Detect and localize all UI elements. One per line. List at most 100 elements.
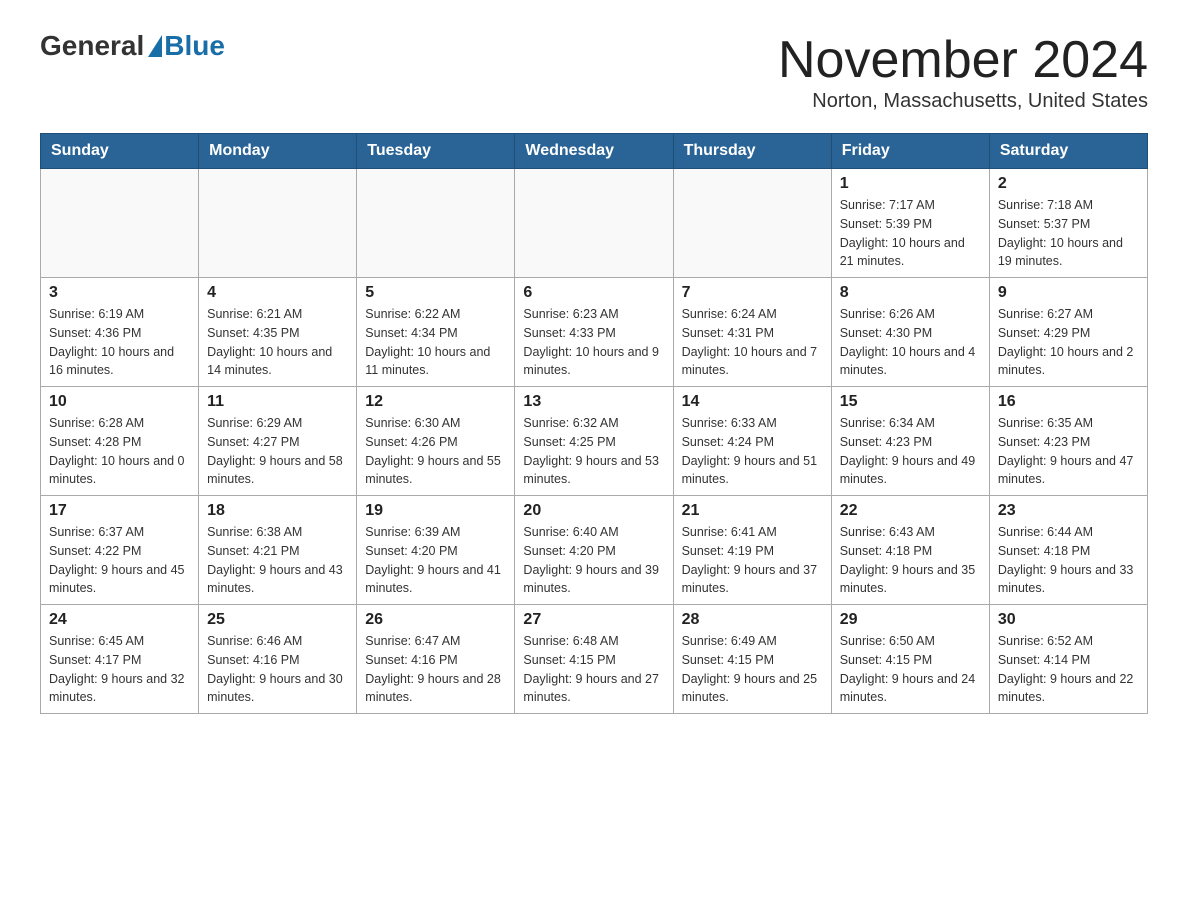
day-info: Sunrise: 6:23 AMSunset: 4:33 PMDaylight:… xyxy=(523,305,664,380)
day-info: Sunrise: 7:18 AMSunset: 5:37 PMDaylight:… xyxy=(998,196,1139,271)
day-number: 14 xyxy=(682,393,823,411)
page-header: General Blue November 2024 Norton, Massa… xyxy=(40,30,1148,113)
day-number: 2 xyxy=(998,175,1139,193)
col-header-sunday: Sunday xyxy=(41,134,199,169)
day-number: 24 xyxy=(49,611,190,629)
day-info: Sunrise: 6:21 AMSunset: 4:35 PMDaylight:… xyxy=(207,305,348,380)
week-row-1: 1 Sunrise: 7:17 AMSunset: 5:39 PMDaylight… xyxy=(41,169,1148,278)
day-info: Sunrise: 6:24 AMSunset: 4:31 PMDaylight:… xyxy=(682,305,823,380)
day-number: 20 xyxy=(523,502,664,520)
calendar-cell: 24 Sunrise: 6:45 AMSunset: 4:17 PMDayligh… xyxy=(41,605,199,714)
day-number: 17 xyxy=(49,502,190,520)
day-info: Sunrise: 6:44 AMSunset: 4:18 PMDaylight:… xyxy=(998,523,1139,598)
day-info: Sunrise: 6:33 AMSunset: 4:24 PMDaylight:… xyxy=(682,414,823,489)
day-number: 4 xyxy=(207,284,348,302)
calendar-cell: 17 Sunrise: 6:37 AMSunset: 4:22 PMDayligh… xyxy=(41,496,199,605)
col-header-thursday: Thursday xyxy=(673,134,831,169)
calendar-cell: 21 Sunrise: 6:41 AMSunset: 4:19 PMDayligh… xyxy=(673,496,831,605)
day-number: 9 xyxy=(998,284,1139,302)
month-title: November 2024 xyxy=(778,30,1148,90)
calendar-cell: 10 Sunrise: 6:28 AMSunset: 4:28 PMDayligh… xyxy=(41,387,199,496)
calendar-cell: 29Sunrise: 6:50 AMSunset: 4:15 PMDayligh… xyxy=(831,605,989,714)
day-number: 27 xyxy=(523,611,664,629)
day-info: Sunrise: 6:27 AMSunset: 4:29 PMDaylight:… xyxy=(998,305,1139,380)
day-number: 8 xyxy=(840,284,981,302)
calendar-cell xyxy=(673,169,831,278)
calendar-cell xyxy=(199,169,357,278)
day-info: Sunrise: 6:37 AMSunset: 4:22 PMDaylight:… xyxy=(49,523,190,598)
day-info: Sunrise: 6:39 AMSunset: 4:20 PMDaylight:… xyxy=(365,523,506,598)
calendar-cell: 12 Sunrise: 6:30 AMSunset: 4:26 PMDayligh… xyxy=(357,387,515,496)
day-number: 29 xyxy=(840,611,981,629)
col-header-monday: Monday xyxy=(199,134,357,169)
calendar-cell: 9 Sunrise: 6:27 AMSunset: 4:29 PMDaylight… xyxy=(989,278,1147,387)
col-header-wednesday: Wednesday xyxy=(515,134,673,169)
title-area: November 2024 Norton, Massachusetts, Uni… xyxy=(778,30,1148,113)
calendar-cell: 7 Sunrise: 6:24 AMSunset: 4:31 PMDaylight… xyxy=(673,278,831,387)
day-info: Sunrise: 6:34 AMSunset: 4:23 PMDaylight:… xyxy=(840,414,981,489)
col-header-tuesday: Tuesday xyxy=(357,134,515,169)
day-info: Sunrise: 6:47 AMSunset: 4:16 PMDaylight:… xyxy=(365,632,506,707)
day-number: 22 xyxy=(840,502,981,520)
calendar-cell: 30 Sunrise: 6:52 AMSunset: 4:14 PMDayligh… xyxy=(989,605,1147,714)
day-info: Sunrise: 6:19 AMSunset: 4:36 PMDaylight:… xyxy=(49,305,190,380)
day-number: 6 xyxy=(523,284,664,302)
day-info: Sunrise: 6:38 AMSunset: 4:21 PMDaylight:… xyxy=(207,523,348,598)
day-number: 7 xyxy=(682,284,823,302)
day-info: Sunrise: 7:17 AMSunset: 5:39 PMDaylight:… xyxy=(840,196,981,271)
day-number: 18 xyxy=(207,502,348,520)
day-number: 23 xyxy=(998,502,1139,520)
day-number: 11 xyxy=(207,393,348,411)
day-number: 12 xyxy=(365,393,506,411)
calendar-cell: 19 Sunrise: 6:39 AMSunset: 4:20 PMDayligh… xyxy=(357,496,515,605)
calendar-cell: 3 Sunrise: 6:19 AMSunset: 4:36 PMDaylight… xyxy=(41,278,199,387)
day-number: 15 xyxy=(840,393,981,411)
day-info: Sunrise: 6:46 AMSunset: 4:16 PMDaylight:… xyxy=(207,632,348,707)
day-number: 3 xyxy=(49,284,190,302)
day-number: 19 xyxy=(365,502,506,520)
calendar-cell: 22Sunrise: 6:43 AMSunset: 4:18 PMDayligh… xyxy=(831,496,989,605)
calendar-cell: 25Sunrise: 6:46 AMSunset: 4:16 PMDayligh… xyxy=(199,605,357,714)
calendar-cell: 4 Sunrise: 6:21 AMSunset: 4:35 PMDaylight… xyxy=(199,278,357,387)
calendar-cell: 2 Sunrise: 7:18 AMSunset: 5:37 PMDaylight… xyxy=(989,169,1147,278)
calendar-cell: 23 Sunrise: 6:44 AMSunset: 4:18 PMDayligh… xyxy=(989,496,1147,605)
calendar-cell: 20 Sunrise: 6:40 AMSunset: 4:20 PMDayligh… xyxy=(515,496,673,605)
day-number: 21 xyxy=(682,502,823,520)
calendar-cell xyxy=(515,169,673,278)
calendar-cell: 27Sunrise: 6:48 AMSunset: 4:15 PMDayligh… xyxy=(515,605,673,714)
day-info: Sunrise: 6:22 AMSunset: 4:34 PMDaylight:… xyxy=(365,305,506,380)
calendar-cell: 1 Sunrise: 7:17 AMSunset: 5:39 PMDaylight… xyxy=(831,169,989,278)
day-info: Sunrise: 6:49 AMSunset: 4:15 PMDaylight:… xyxy=(682,632,823,707)
day-info: Sunrise: 6:40 AMSunset: 4:20 PMDaylight:… xyxy=(523,523,664,598)
day-info: Sunrise: 6:29 AMSunset: 4:27 PMDaylight:… xyxy=(207,414,348,489)
day-number: 1 xyxy=(840,175,981,193)
day-number: 26 xyxy=(365,611,506,629)
day-number: 28 xyxy=(682,611,823,629)
day-number: 5 xyxy=(365,284,506,302)
col-header-friday: Friday xyxy=(831,134,989,169)
calendar-cell: 8Sunrise: 6:26 AMSunset: 4:30 PMDaylight… xyxy=(831,278,989,387)
calendar-cell: 11 Sunrise: 6:29 AMSunset: 4:27 PMDayligh… xyxy=(199,387,357,496)
day-info: Sunrise: 6:30 AMSunset: 4:26 PMDaylight:… xyxy=(365,414,506,489)
logo-general-text: General xyxy=(40,30,144,62)
calendar-header-row: SundayMondayTuesdayWednesdayThursdayFrid… xyxy=(41,134,1148,169)
calendar-cell: 18 Sunrise: 6:38 AMSunset: 4:21 PMDayligh… xyxy=(199,496,357,605)
day-info: Sunrise: 6:52 AMSunset: 4:14 PMDaylight:… xyxy=(998,632,1139,707)
calendar-cell: 5 Sunrise: 6:22 AMSunset: 4:34 PMDaylight… xyxy=(357,278,515,387)
calendar-cell xyxy=(41,169,199,278)
col-header-saturday: Saturday xyxy=(989,134,1147,169)
week-row-2: 3 Sunrise: 6:19 AMSunset: 4:36 PMDaylight… xyxy=(41,278,1148,387)
calendar-cell: 13Sunrise: 6:32 AMSunset: 4:25 PMDayligh… xyxy=(515,387,673,496)
day-number: 10 xyxy=(49,393,190,411)
day-number: 30 xyxy=(998,611,1139,629)
calendar-cell: 26 Sunrise: 6:47 AMSunset: 4:16 PMDayligh… xyxy=(357,605,515,714)
day-number: 13 xyxy=(523,393,664,411)
day-info: Sunrise: 6:28 AMSunset: 4:28 PMDaylight:… xyxy=(49,414,190,489)
calendar-cell xyxy=(357,169,515,278)
location-subtitle: Norton, Massachusetts, United States xyxy=(778,90,1148,113)
logo-blue-text: Blue xyxy=(164,30,225,62)
day-info: Sunrise: 6:41 AMSunset: 4:19 PMDaylight:… xyxy=(682,523,823,598)
day-info: Sunrise: 6:35 AMSunset: 4:23 PMDaylight:… xyxy=(998,414,1139,489)
calendar-cell: 14 Sunrise: 6:33 AMSunset: 4:24 PMDayligh… xyxy=(673,387,831,496)
day-info: Sunrise: 6:45 AMSunset: 4:17 PMDaylight:… xyxy=(49,632,190,707)
